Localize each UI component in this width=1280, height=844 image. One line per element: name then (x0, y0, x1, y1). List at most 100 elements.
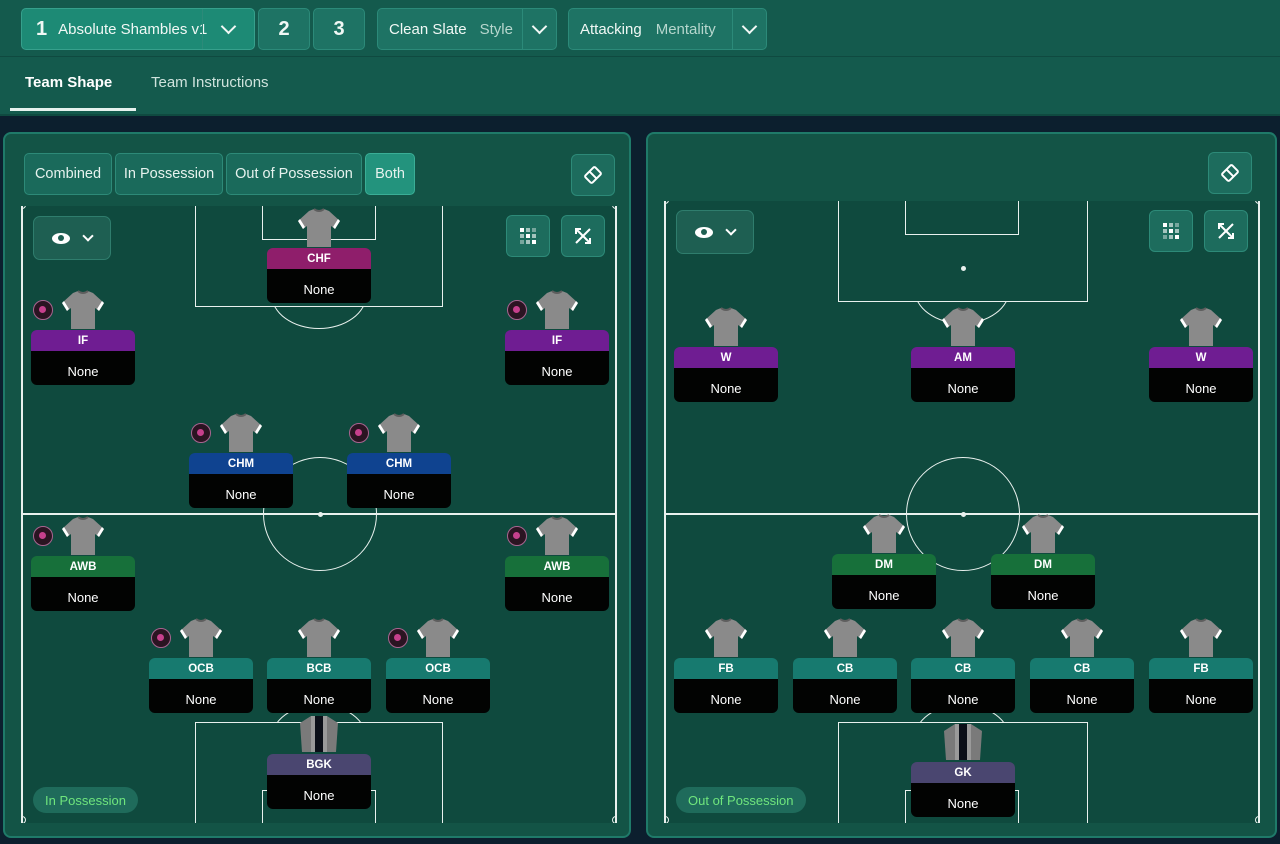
tab-team-shape[interactable]: Team Shape (25, 74, 112, 91)
view-options-button[interactable] (33, 216, 111, 260)
role-duty-marker-icon[interactable] (507, 526, 527, 546)
tactic-slot-1-number: 1 (36, 17, 48, 40)
tab-team-instructions[interactable]: Team Instructions (151, 74, 269, 91)
player-slot-awb[interactable]: AWB None (31, 516, 135, 611)
tactic-dropdown-button[interactable] (202, 9, 254, 49)
grid-toggle-button[interactable] (506, 215, 550, 257)
expand-button[interactable] (561, 215, 605, 257)
shirt-icon (62, 516, 104, 555)
tactic-slot-1-name: Absolute Shambles v1 (58, 20, 208, 38)
view-options-button[interactable] (676, 210, 754, 254)
player-slot-dm[interactable]: DM None (832, 514, 936, 609)
tactic-slot-1[interactable]: 1 Absolute Shambles v1 (21, 8, 255, 50)
role-label: CHF (267, 248, 371, 269)
role-label: CB (793, 658, 897, 679)
tactic-slot-2[interactable]: 2 (258, 8, 310, 50)
player-slot-if[interactable]: IF None (31, 290, 135, 385)
role-duty-marker-icon[interactable] (151, 628, 171, 648)
role-label: CB (1030, 658, 1134, 679)
shirt-icon (1022, 514, 1064, 553)
style-selector[interactable]: Clean Slate Style (377, 8, 557, 50)
shirt-icon (1180, 618, 1222, 657)
role-label: AWB (505, 556, 609, 577)
role-label: AWB (31, 556, 135, 577)
filter-in-possession-button[interactable]: In Possession (115, 153, 223, 195)
chevron-down-icon (725, 224, 737, 236)
shirt-icon (62, 290, 104, 329)
tactic-slot-2-number: 2 (278, 17, 290, 40)
player-slot-gk[interactable]: GK None (911, 722, 1015, 817)
player-slot-chm[interactable]: CHM None (189, 413, 293, 508)
player-slot-fb[interactable]: FB None (674, 618, 778, 713)
player-slot-ocb[interactable]: OCB None (386, 618, 490, 713)
player-slot-bcb[interactable]: BCB None (267, 618, 371, 713)
mentality-value: Attacking (580, 20, 642, 38)
role-duty-marker-icon[interactable] (191, 423, 211, 443)
out-of-possession-panel: Out of Possession W None AM None W None DM None… (646, 132, 1277, 838)
player-slot-bgk[interactable]: BGK None (267, 714, 371, 809)
player-slot-am[interactable]: AM None (911, 307, 1015, 402)
player-name: None (31, 577, 135, 611)
pitch-layout-icon (1221, 164, 1239, 182)
role-duty-marker-icon[interactable] (33, 300, 53, 320)
mentality-selector[interactable]: Attacking Mentality (568, 8, 767, 50)
role-duty-marker-icon[interactable] (388, 628, 408, 648)
player-slot-ocb[interactable]: OCB None (149, 618, 253, 713)
player-name: None (1149, 679, 1253, 713)
player-name: None (505, 351, 609, 385)
shirt-icon (705, 618, 747, 657)
shirt-icon (863, 514, 905, 553)
player-slot-cb[interactable]: CB None (793, 618, 897, 713)
player-slot-chm[interactable]: CHM None (347, 413, 451, 508)
goalkeeper-shirt-icon (944, 724, 982, 760)
player-slot-if[interactable]: IF None (505, 290, 609, 385)
tactic-slot-3[interactable]: 3 (313, 8, 365, 50)
filter-combined-button[interactable]: Combined (24, 153, 112, 195)
player-name: None (505, 577, 609, 611)
expand-button[interactable] (1204, 210, 1248, 252)
shirt-icon (705, 307, 747, 346)
possession-badge: In Possession (33, 787, 138, 813)
role-duty-marker-icon[interactable] (507, 300, 527, 320)
mentality-dropdown-button[interactable] (732, 9, 766, 49)
shirt-icon (1180, 307, 1222, 346)
shirt-icon (378, 413, 420, 452)
player-slot-fb[interactable]: FB None (1149, 618, 1253, 713)
player-name: None (1030, 679, 1134, 713)
player-name: None (386, 679, 490, 713)
role-label: CHM (347, 453, 451, 474)
player-slot-cb[interactable]: CB None (911, 618, 1015, 713)
mentality-label: Mentality (655, 20, 716, 38)
player-name: None (31, 351, 135, 385)
goalkeeper-shirt-icon (300, 716, 338, 752)
player-slot-w[interactable]: W None (1149, 307, 1253, 402)
filter-out-of-possession-button[interactable]: Out of Possession (226, 153, 362, 195)
chevron-down-icon (741, 18, 758, 34)
role-label: BCB (267, 658, 371, 679)
player-name: None (991, 575, 1095, 609)
player-slot-cb[interactable]: CB None (1030, 618, 1134, 713)
filter-both-label: Both (375, 166, 405, 182)
player-slot-chf[interactable]: CHF None (267, 208, 371, 303)
player-name: None (1149, 368, 1253, 402)
player-slot-dm[interactable]: DM None (991, 514, 1095, 609)
role-label: IF (505, 330, 609, 351)
eye-icon (52, 232, 70, 244)
player-slot-w[interactable]: W None (674, 307, 778, 402)
role-label: CB (911, 658, 1015, 679)
role-duty-marker-icon[interactable] (33, 526, 53, 546)
formation-editor-button[interactable] (1208, 152, 1252, 194)
role-label: FB (1149, 658, 1253, 679)
shirt-icon (942, 618, 984, 657)
role-duty-marker-icon[interactable] (349, 423, 369, 443)
shirt-icon (1061, 618, 1103, 657)
role-label: DM (991, 554, 1095, 575)
tactics-tabs: Team Shape Team Instructions (0, 56, 1280, 114)
pitch-out-of-possession: Out of Possession W None AM None W None DM None… (664, 201, 1260, 823)
formation-editor-button[interactable] (571, 154, 615, 196)
tactic-slot-3-number: 3 (333, 17, 345, 40)
filter-both-button[interactable]: Both (365, 153, 415, 195)
style-dropdown-button[interactable] (522, 9, 556, 49)
player-slot-awb[interactable]: AWB None (505, 516, 609, 611)
grid-toggle-button[interactable] (1149, 210, 1193, 252)
